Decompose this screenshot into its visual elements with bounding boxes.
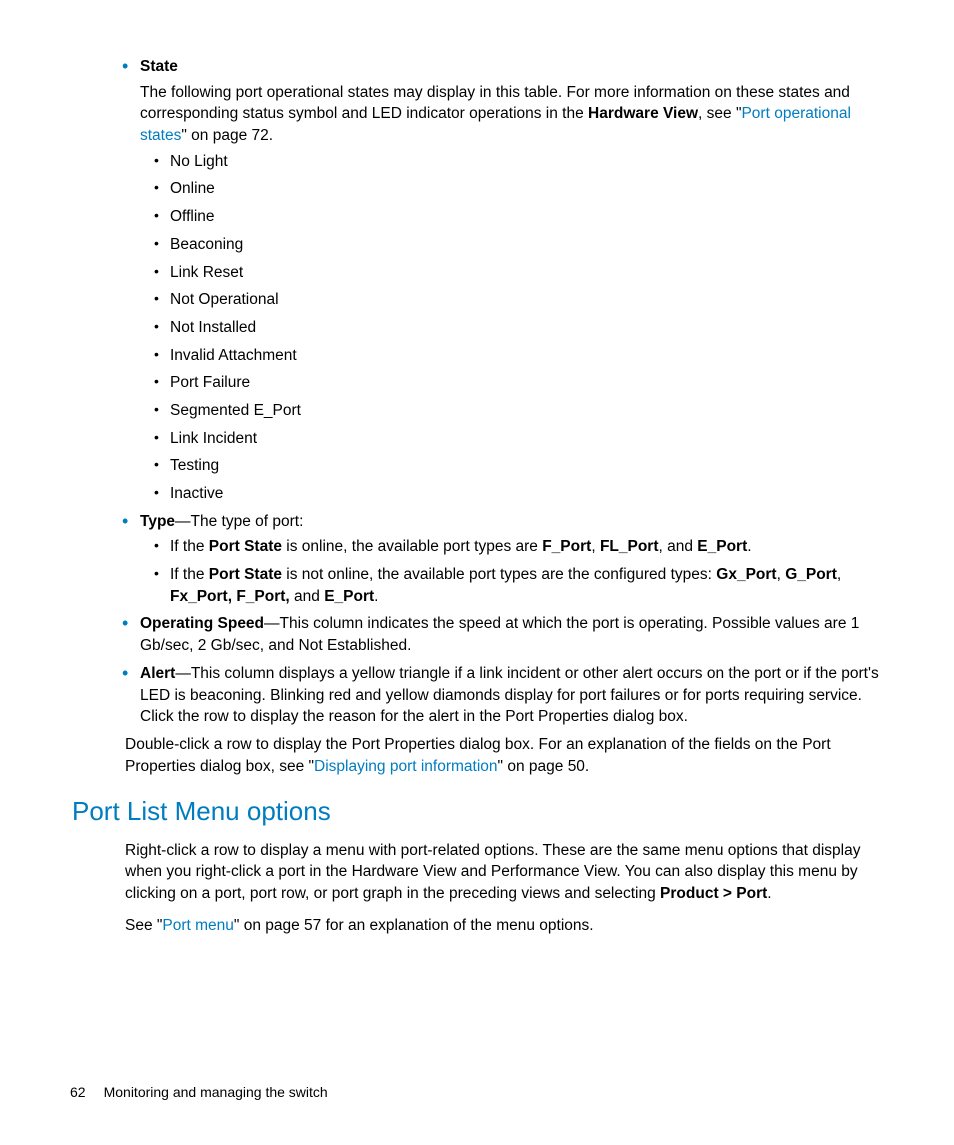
state-item: Not Installed <box>170 317 884 339</box>
section-heading-port-list-menu: Port List Menu options <box>72 793 884 829</box>
state-intro: The following port operational states ma… <box>140 82 884 147</box>
state-item: Segmented E_Port <box>170 400 884 422</box>
t1b: Port State <box>209 538 282 555</box>
t2a: If the <box>170 566 209 583</box>
paragraph-rightclick: Right-click a row to display a menu with… <box>125 840 884 905</box>
state-item: Port Failure <box>170 372 884 394</box>
type-dash-text: —The type of port: <box>175 513 303 530</box>
p3b: " on page 57 for an explanation of the m… <box>234 917 594 934</box>
bullet-type: Type—The type of port: If the Port State… <box>140 511 884 608</box>
port-menu-link[interactable]: Port menu <box>162 917 234 934</box>
state-item: Offline <box>170 206 884 228</box>
t2d: Gx_Port <box>716 566 776 583</box>
state-item: Not Operational <box>170 289 884 311</box>
state-item: Inactive <box>170 483 884 505</box>
t1g: , and <box>659 538 698 555</box>
t1d: F_Port <box>542 538 591 555</box>
state-item: Link Incident <box>170 428 884 450</box>
paragraph-doubleclick: Double-click a row to display the Port P… <box>125 734 884 777</box>
footer-title: Monitoring and managing the switch <box>104 1084 328 1100</box>
t2j: E_Port <box>324 588 374 605</box>
alert-text: —This column displays a yellow triangle … <box>140 665 879 725</box>
state-intro-c: " on page 72. <box>181 127 273 144</box>
t1h: E_Port <box>697 538 747 555</box>
type-sublist: If the Port State is online, the availab… <box>140 536 884 607</box>
state-item: No Light <box>170 151 884 173</box>
type-label: Type <box>140 513 175 530</box>
state-item: Invalid Attachment <box>170 345 884 367</box>
bullet-alert: Alert—This column displays a yellow tria… <box>140 663 884 728</box>
t1i: . <box>747 538 751 555</box>
t1c: is online, the available port types are <box>282 538 542 555</box>
t1e: , <box>591 538 600 555</box>
t2h: Fx_Port, F_Port, <box>170 588 290 605</box>
state-intro-b: , see " <box>698 105 741 122</box>
state-item: Testing <box>170 455 884 477</box>
state-sublist: No Light Online Offline Beaconing Link R… <box>140 151 884 505</box>
hardware-view-bold: Hardware View <box>588 105 698 122</box>
t2e: , <box>777 566 786 583</box>
p2b: Product > Port <box>660 885 767 902</box>
t2f: G_Port <box>785 566 837 583</box>
p3a: See " <box>125 917 162 934</box>
paragraph-see-portmenu: See "Port menu" on page 57 for an explan… <box>125 915 884 937</box>
type-sub2: If the Port State is not online, the ava… <box>170 564 884 607</box>
p1b: " on page 50. <box>498 758 590 775</box>
outer-bullet-list: State The following port operational sta… <box>100 56 884 728</box>
state-item: Link Reset <box>170 262 884 284</box>
bullet-state: State The following port operational sta… <box>140 56 884 505</box>
document-page: State The following port operational sta… <box>0 0 954 1145</box>
displaying-port-info-link[interactable]: Displaying port information <box>314 758 498 775</box>
state-label: State <box>140 58 178 75</box>
state-item: Online <box>170 178 884 200</box>
opspeed-label: Operating Speed <box>140 615 264 632</box>
p2c: . <box>767 885 771 902</box>
alert-label: Alert <box>140 665 175 682</box>
t2g: , <box>837 566 841 583</box>
t1f: FL_Port <box>600 538 659 555</box>
t2k: . <box>374 588 378 605</box>
bullet-operating-speed: Operating Speed—This column indicates th… <box>140 613 884 656</box>
t2c: is not online, the available port types … <box>282 566 716 583</box>
page-footer: 62 Monitoring and managing the switch <box>70 1083 328 1103</box>
t2i: and <box>290 588 324 605</box>
t2b: Port State <box>209 566 282 583</box>
state-item: Beaconing <box>170 234 884 256</box>
type-sub1: If the Port State is online, the availab… <box>170 536 884 558</box>
t1a: If the <box>170 538 209 555</box>
footer-page-number: 62 <box>70 1084 86 1100</box>
